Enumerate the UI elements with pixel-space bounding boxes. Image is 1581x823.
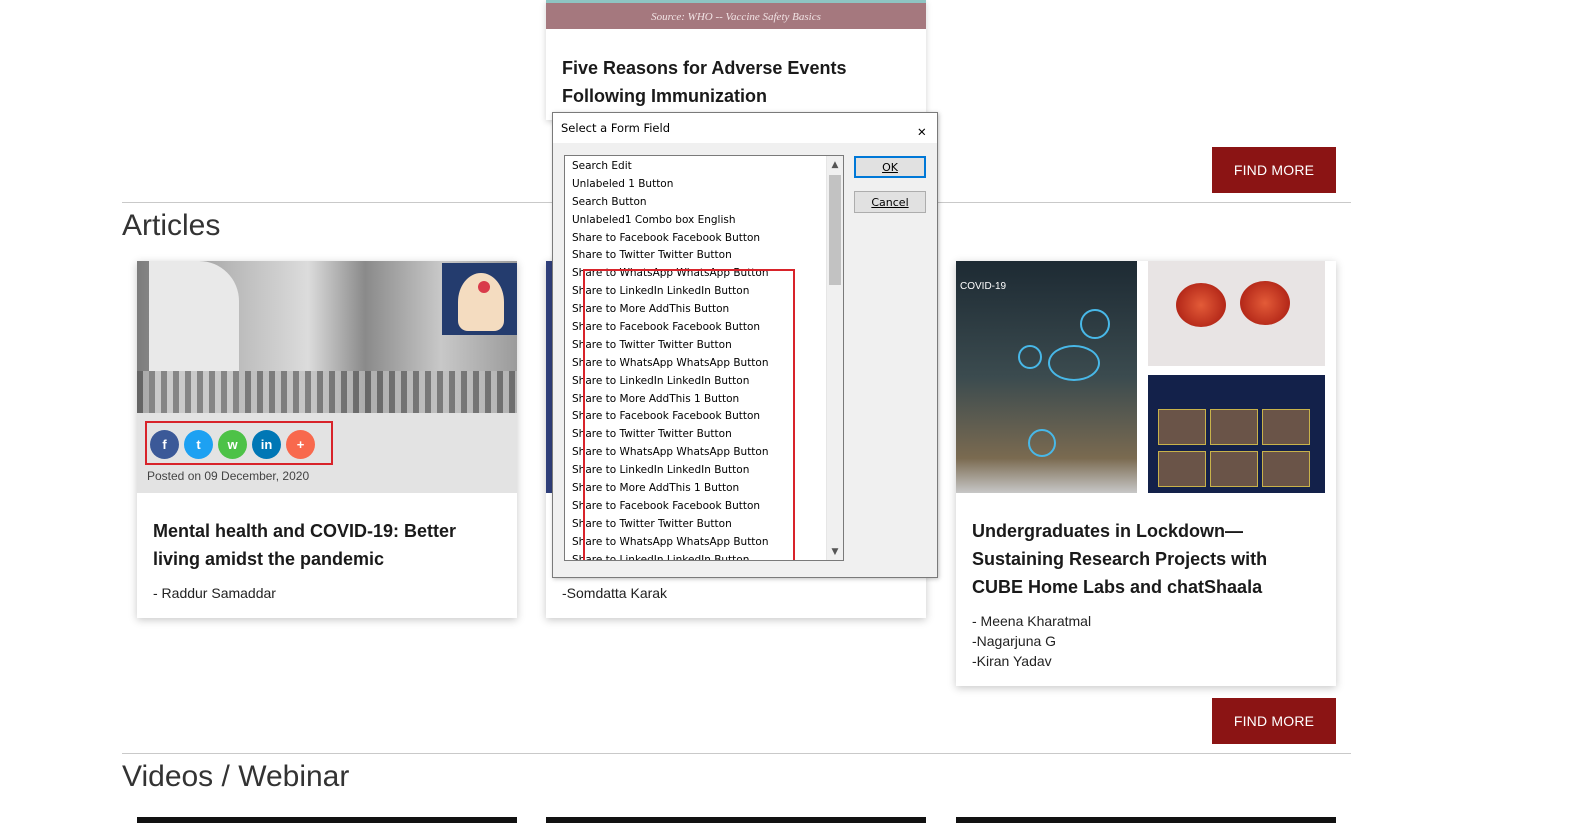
form-field-list-item[interactable]: Share to LinkedIn LinkedIn Button [572, 283, 843, 301]
linkedin-share-button[interactable]: in [252, 430, 281, 459]
ok-label: OK [882, 160, 898, 174]
select-form-field-dialog: Select a Form Field ✕ Search Edit Unlabel… [552, 112, 938, 578]
video-thumbnail[interactable] [137, 817, 517, 823]
posted-date: Posted on 09 December, 2020 [147, 469, 310, 483]
form-field-list-item[interactable]: Share to More AddThis 1 Button [572, 480, 843, 498]
dialog-title: Select a Form Field [561, 121, 671, 135]
article-card[interactable]: COVID-19 Undergraduates in Lockdown— Sus… [956, 261, 1336, 686]
brain-illustration-icon [442, 263, 517, 335]
form-field-list-item[interactable]: Share to WhatsApp WhatsApp Button [572, 534, 843, 552]
article-author: -Kiran Yadav [972, 653, 1052, 669]
form-field-list-item[interactable]: Share to WhatsApp WhatsApp Button [572, 265, 843, 283]
form-field-list-item[interactable]: Search Button [572, 194, 843, 212]
form-field-list-item[interactable]: Share to LinkedIn LinkedIn Button [572, 373, 843, 391]
form-field-list-item[interactable]: Share to Facebook Facebook Button [572, 319, 843, 337]
form-field-list-item[interactable]: Share to LinkedIn LinkedIn Button [572, 552, 843, 560]
form-field-list-item[interactable]: Share to Facebook Facebook Button [572, 230, 843, 248]
article-author: -Somdatta Karak [562, 585, 668, 601]
close-icon: ✕ [917, 125, 927, 139]
article-author: -Nagarjuna G [972, 633, 1057, 649]
form-field-list-item[interactable]: Share to Twitter Twitter Button [572, 337, 843, 355]
linkedin-icon: in [260, 437, 273, 452]
find-more-button[interactable]: FIND MORE [1212, 147, 1336, 193]
article-author: - Meena Kharatmal [972, 613, 1092, 629]
form-field-list-item[interactable]: Share to Twitter Twitter Button [572, 516, 843, 534]
form-field-list-item[interactable]: Share to LinkedIn LinkedIn Button [572, 462, 843, 480]
form-field-list-item[interactable]: Unlabeled1 Combo box English [572, 212, 843, 230]
news-card-image: Source: WHO -- Vaccine Safety Basics [546, 0, 926, 29]
form-field-list-item[interactable]: Share to WhatsApp WhatsApp Button [572, 355, 843, 373]
ok-button[interactable]: OK [854, 156, 926, 178]
videos-heading: Videos / Webinar [122, 760, 350, 793]
form-field-list-item[interactable]: Share to More AddThis Button [572, 301, 843, 319]
form-field-list-item[interactable]: Search Edit [572, 158, 843, 176]
whatsapp-icon: w [227, 437, 238, 452]
chevron-up-icon: ▲ [831, 159, 839, 170]
articles-heading: Articles [122, 209, 221, 242]
article-card[interactable]: f t w in + Posted on 09 December, 2020 M… [137, 261, 517, 618]
chevron-down-icon: ▼ [831, 546, 839, 557]
find-more-button[interactable]: FIND MORE [1212, 698, 1336, 744]
cancel-label: Cancel [871, 195, 909, 209]
dialog-title-bar: Select a Form Field ✕ [553, 113, 937, 143]
article-image [137, 261, 517, 413]
close-button[interactable]: ✕ [909, 117, 931, 139]
facebook-share-button[interactable]: f [150, 430, 179, 459]
video-thumbnail[interactable] [956, 817, 1336, 823]
form-field-list-item[interactable]: Share to Facebook Facebook Button [572, 498, 843, 516]
addthis-share-button[interactable]: + [286, 430, 315, 459]
facebook-icon: f [162, 437, 167, 452]
section-divider [122, 753, 1351, 754]
form-field-list-item[interactable]: Share to Twitter Twitter Button [572, 426, 843, 444]
article-image: COVID-19 [956, 261, 1336, 493]
covid-label: COVID-19 [960, 281, 1007, 292]
whatsapp-share-button[interactable]: w [218, 430, 247, 459]
news-card[interactable]: Source: WHO -- Vaccine Safety Basics Fiv… [546, 0, 926, 120]
form-field-list-item[interactable]: Share to WhatsApp WhatsApp Button [572, 444, 843, 462]
cancel-button[interactable]: Cancel [854, 191, 926, 213]
listbox-scrollbar[interactable]: ▲ ▼ [826, 156, 843, 560]
news-card-title[interactable]: Five Reasons for Adverse Events Followin… [562, 54, 902, 110]
form-field-list-item[interactable]: Unlabeled 1 Button [572, 176, 843, 194]
article-title[interactable]: Mental health and COVID-19: Better livin… [153, 517, 503, 573]
article-title[interactable]: Undergraduates in Lockdown— Sustaining R… [972, 517, 1322, 601]
scroll-up-button[interactable]: ▲ [827, 156, 843, 173]
twitter-share-button[interactable]: t [184, 430, 213, 459]
form-field-listbox[interactable]: Search Edit Unlabeled 1 Button Search Butt… [564, 155, 844, 561]
scroll-down-button[interactable]: ▼ [827, 543, 843, 560]
share-buttons-highlight: f t w in + [145, 421, 333, 465]
form-field-list: Search Edit Unlabeled 1 Button Search Butt… [565, 156, 843, 560]
share-bar: f t w in + Posted on 09 December, 2020 [137, 413, 517, 493]
image-source-caption: Source: WHO -- Vaccine Safety Basics [651, 11, 821, 23]
video-thumbnail[interactable] [546, 817, 926, 823]
form-field-list-item[interactable]: Share to Facebook Facebook Button [572, 408, 843, 426]
form-field-list-item[interactable]: Share to More AddThis 1 Button [572, 391, 843, 409]
twitter-icon: t [196, 437, 201, 452]
scrollbar-thumb[interactable] [829, 175, 841, 285]
plus-icon: + [296, 437, 305, 452]
article-author: - Raddur Samaddar [153, 585, 276, 601]
form-field-list-item[interactable]: Share to Twitter Twitter Button [572, 247, 843, 265]
